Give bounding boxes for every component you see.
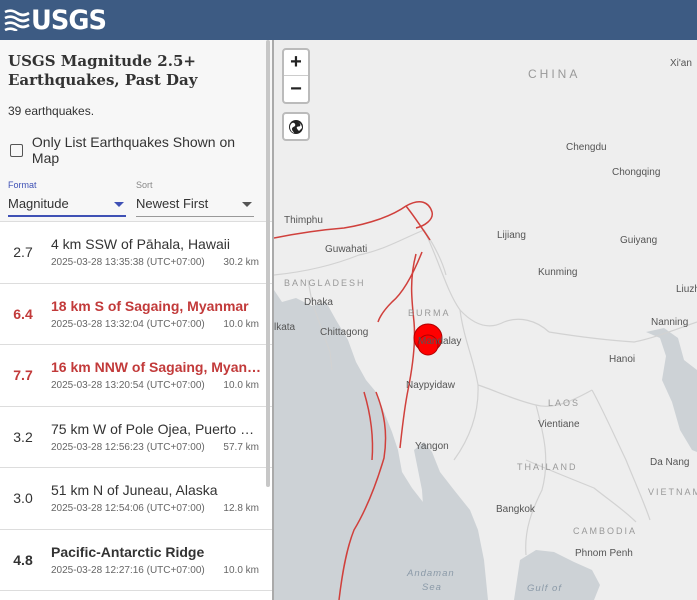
earthquake-depth: 10.0 km xyxy=(223,380,259,391)
list-scrollbar[interactable] xyxy=(266,40,270,487)
feed-title: USGS Magnitude 2.5+ Earthquakes, Past Da… xyxy=(8,52,198,89)
sort-select-box[interactable]: Newest First xyxy=(136,193,254,217)
label-lijiang: Lijiang xyxy=(497,230,526,241)
earthquake-time: 2025-03-28 12:27:16 (UTC+07:00) xyxy=(51,564,205,576)
zoom-in-button[interactable]: + xyxy=(284,50,308,76)
label-dhaka: Dhaka xyxy=(304,297,333,308)
sort-value: Newest First xyxy=(136,196,209,211)
label-kolkata: lkata xyxy=(274,322,296,333)
earthquake-place: 75 km W of Pole Ojea, Puerto Rico xyxy=(51,420,263,437)
earthquake-place: 51 km N of Juneau, Alaska xyxy=(51,482,218,498)
list-header: USGS Magnitude 2.5+ Earthquakes, Past Da… xyxy=(0,40,272,222)
globe-icon xyxy=(289,119,303,134)
label-andaman: Andaman xyxy=(407,568,455,579)
format-value: Magnitude xyxy=(8,196,69,211)
earthquake-place: Pacific-Antarctic Ridge xyxy=(51,543,205,560)
format-caption: Format xyxy=(8,180,37,190)
only-list-label[interactable]: Only List Earthquakes Shown on Map xyxy=(32,134,264,166)
earthquake-time: 2025-03-28 13:32:04 (UTC+07:00) xyxy=(51,318,205,330)
label-naypyidaw: Naypyidaw xyxy=(406,380,455,391)
label-laos: LAOS xyxy=(548,398,581,408)
zoom-control: + − xyxy=(282,48,310,104)
label-chengdu: Chengdu xyxy=(566,142,607,153)
earthquake-depth: 57.7 km xyxy=(223,441,259,453)
earthquake-magnitude: 3.2 xyxy=(13,428,33,445)
label-china: CHINA xyxy=(528,67,581,81)
earthquake-list-item[interactable]: 6.4 18 km S of Sagaing, Myanmar 2025-03-… xyxy=(0,284,272,345)
label-mandalay: Mandalay xyxy=(418,336,462,347)
earthquake-magnitude: 2.7 xyxy=(13,244,33,261)
usgs-logo[interactable]: USGS xyxy=(4,7,110,34)
label-guwahati: Guwahati xyxy=(325,244,368,255)
label-phnompenh: Phnom Penh xyxy=(575,548,633,559)
earthquake-list-item[interactable]: 3.0 51 km N of Juneau, Alaska 2025-03-28… xyxy=(0,468,272,530)
earthquake-list-item[interactable]: 2.7 4 km SSW of Pāhala, Hawaii 2025-03-2… xyxy=(0,222,272,284)
label-bangladesh: BANGLADESH xyxy=(284,278,366,288)
label-nanning: Nanning xyxy=(651,317,689,328)
earthquake-list-item[interactable]: 4.8 Pacific-Antarctic Ridge 2025-03-28 1… xyxy=(0,530,272,591)
earthquake-magnitude: 6.4 xyxy=(13,305,33,322)
sort-caption: Sort xyxy=(136,180,153,190)
usgs-waves-icon xyxy=(4,9,30,31)
only-list-checkbox[interactable] xyxy=(10,143,23,157)
earthquake-time: 2025-03-28 12:56:23 (UTC+07:00) xyxy=(51,441,205,453)
earthquake-list-item[interactable]: 3.2 75 km W of Pole Ojea, Puerto Rico 20… xyxy=(0,407,272,468)
format-select-box[interactable]: Magnitude xyxy=(8,193,126,217)
label-kunming: Kunming xyxy=(538,267,578,278)
earthquake-depth: 10.0 km xyxy=(223,318,259,330)
label-hanoi: Hanoi xyxy=(609,354,636,365)
label-guiyang: Guiyang xyxy=(620,235,658,246)
earthquake-place: 18 km S of Sagaing, Myanmar xyxy=(51,297,249,314)
label-cambodia: CAMBODIA xyxy=(573,526,638,536)
earthquake-magnitude: 7.7 xyxy=(13,367,33,384)
zoom-out-button[interactable]: − xyxy=(284,76,308,102)
label-liuzhou: Liuzh xyxy=(676,284,697,295)
label-chittagong: Chittagong xyxy=(320,327,369,338)
earthquake-time: 2025-03-28 12:54:06 (UTC+07:00) xyxy=(51,503,205,514)
earthquake-count: 39 earthquakes. xyxy=(8,104,95,118)
earthquake-place: 4 km SSW of Pāhala, Hawaii xyxy=(51,236,230,252)
map-base xyxy=(274,200,697,600)
earthquake-time: 2025-03-28 13:35:38 (UTC+07:00) xyxy=(51,257,205,268)
earthquake-magnitude: 3.0 xyxy=(13,490,33,507)
label-vientiane: Vientiane xyxy=(538,419,580,430)
sort-select[interactable]: Sort Newest First xyxy=(136,180,254,217)
label-vietnam: VIETNAM xyxy=(648,487,697,497)
top-bar: USGS xyxy=(0,0,697,40)
chevron-down-icon xyxy=(114,202,124,207)
list-controls: Format Magnitude Sort Newest First xyxy=(8,180,264,217)
earthquake-depth: 30.2 km xyxy=(223,257,259,268)
gulf-of-tonkin xyxy=(646,328,697,452)
earthquake-list: 2.7 4 km SSW of Pāhala, Hawaii 2025-03-2… xyxy=(0,222,272,591)
label-gulf-of: Gulf of xyxy=(527,583,562,594)
chevron-down-icon xyxy=(242,202,252,207)
label-thailand: THAILAND xyxy=(517,462,578,472)
earthquake-map[interactable]: CHINA Xi'an Chengdu Chongqing Thimphu Li… xyxy=(274,40,697,600)
format-select[interactable]: Format Magnitude xyxy=(8,180,126,217)
earthquake-depth: 10.0 km xyxy=(223,564,259,576)
label-xian: Xi'an xyxy=(670,58,692,69)
label-burma: BURMA xyxy=(408,308,451,318)
label-danang: Da Nang xyxy=(650,457,690,468)
earthquake-list-panel: USGS Magnitude 2.5+ Earthquakes, Past Da… xyxy=(0,40,272,600)
label-sea: Sea xyxy=(422,582,442,593)
label-chongqing: Chongqing xyxy=(612,167,661,178)
label-yangon: Yangon xyxy=(415,441,449,452)
world-view-button[interactable] xyxy=(282,112,310,141)
earthquake-place: 16 km NNW of Sagaing, Myanmar xyxy=(51,359,263,375)
label-thimphu: Thimphu xyxy=(284,215,323,226)
earthquake-list-item[interactable]: 7.7 16 km NNW of Sagaing, Myanmar 2025-0… xyxy=(0,345,272,407)
earthquake-magnitude: 4.8 xyxy=(13,551,33,568)
earthquake-depth: 12.8 km xyxy=(223,503,259,514)
usgs-logo-text: USGS xyxy=(31,4,107,36)
only-list-toggle[interactable]: Only List Earthquakes Shown on Map xyxy=(8,134,264,166)
label-bangkok: Bangkok xyxy=(496,504,535,515)
earthquake-time: 2025-03-28 13:20:54 (UTC+07:00) xyxy=(51,380,205,391)
